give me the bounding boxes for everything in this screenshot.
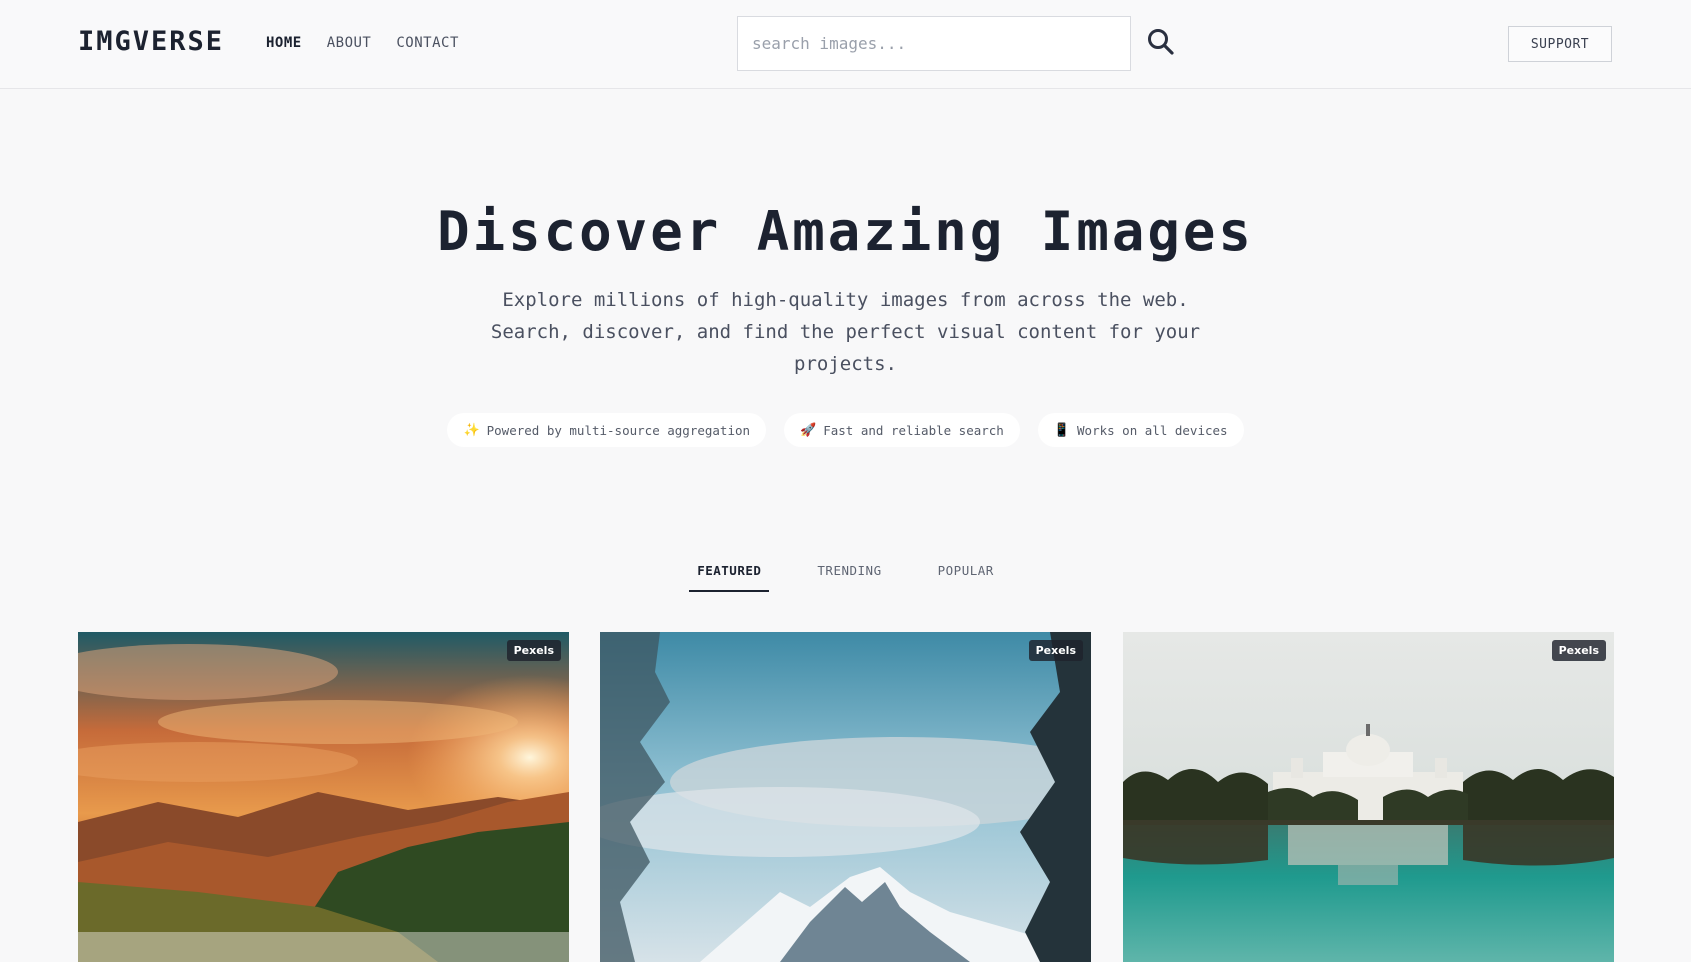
hero-title: Discover Amazing Images: [437, 200, 1254, 263]
gallery-tabs: FEATURED TRENDING POPULAR: [0, 553, 1691, 592]
rocket-icon: 🚀: [800, 422, 817, 438]
brand-logo[interactable]: IMGVERSE: [78, 26, 224, 57]
feature-pill-label: Fast and reliable search: [823, 422, 1004, 438]
card-image: [78, 632, 569, 962]
card-image: [600, 632, 1091, 962]
image-card[interactable]: Pexels: [600, 632, 1091, 962]
image-card[interactable]: Pexels: [78, 632, 569, 962]
image-card[interactable]: Pexels: [1123, 632, 1614, 962]
sparkles-icon: ✨: [463, 422, 480, 438]
hero-subtitle: Explore millions of high-quality images …: [490, 289, 1201, 375]
nav-home-link[interactable]: HOME: [266, 35, 302, 51]
search-input[interactable]: [738, 17, 1130, 70]
feature-pill: 📱 Works on all devices: [1037, 413, 1244, 447]
tab-featured[interactable]: FEATURED: [689, 553, 770, 592]
top-navbar: IMGVERSE HOME ABOUT CONTACT SUPPORT: [0, 0, 1691, 89]
feature-pill-label: Powered by multi-source aggregation: [486, 422, 751, 438]
tab-popular[interactable]: POPULAR: [930, 553, 1002, 592]
search-box: [737, 16, 1131, 71]
source-badge: Pexels: [506, 640, 561, 661]
nav-contact-link[interactable]: CONTACT: [396, 35, 459, 51]
card-image: [1123, 632, 1614, 962]
source-badge: Pexels: [1028, 640, 1083, 661]
mobile-phone-icon: 📱: [1053, 422, 1071, 438]
feature-pill-label: Works on all devices: [1077, 422, 1228, 438]
feature-pills: ✨ Powered by multi-source aggregation 🚀 …: [0, 413, 1691, 447]
source-badge: Pexels: [1551, 640, 1606, 661]
feature-pill: 🚀 Fast and reliable search: [784, 413, 1020, 447]
search-icon: [1148, 29, 1174, 55]
tab-trending[interactable]: TRENDING: [809, 553, 889, 592]
support-button[interactable]: SUPPORT: [1508, 26, 1612, 62]
main-nav: HOME ABOUT CONTACT: [266, 35, 459, 51]
search-button[interactable]: [1146, 27, 1176, 57]
feature-pill: ✨ Powered by multi-source aggregation: [447, 413, 767, 447]
nav-about-link[interactable]: ABOUT: [327, 35, 372, 51]
